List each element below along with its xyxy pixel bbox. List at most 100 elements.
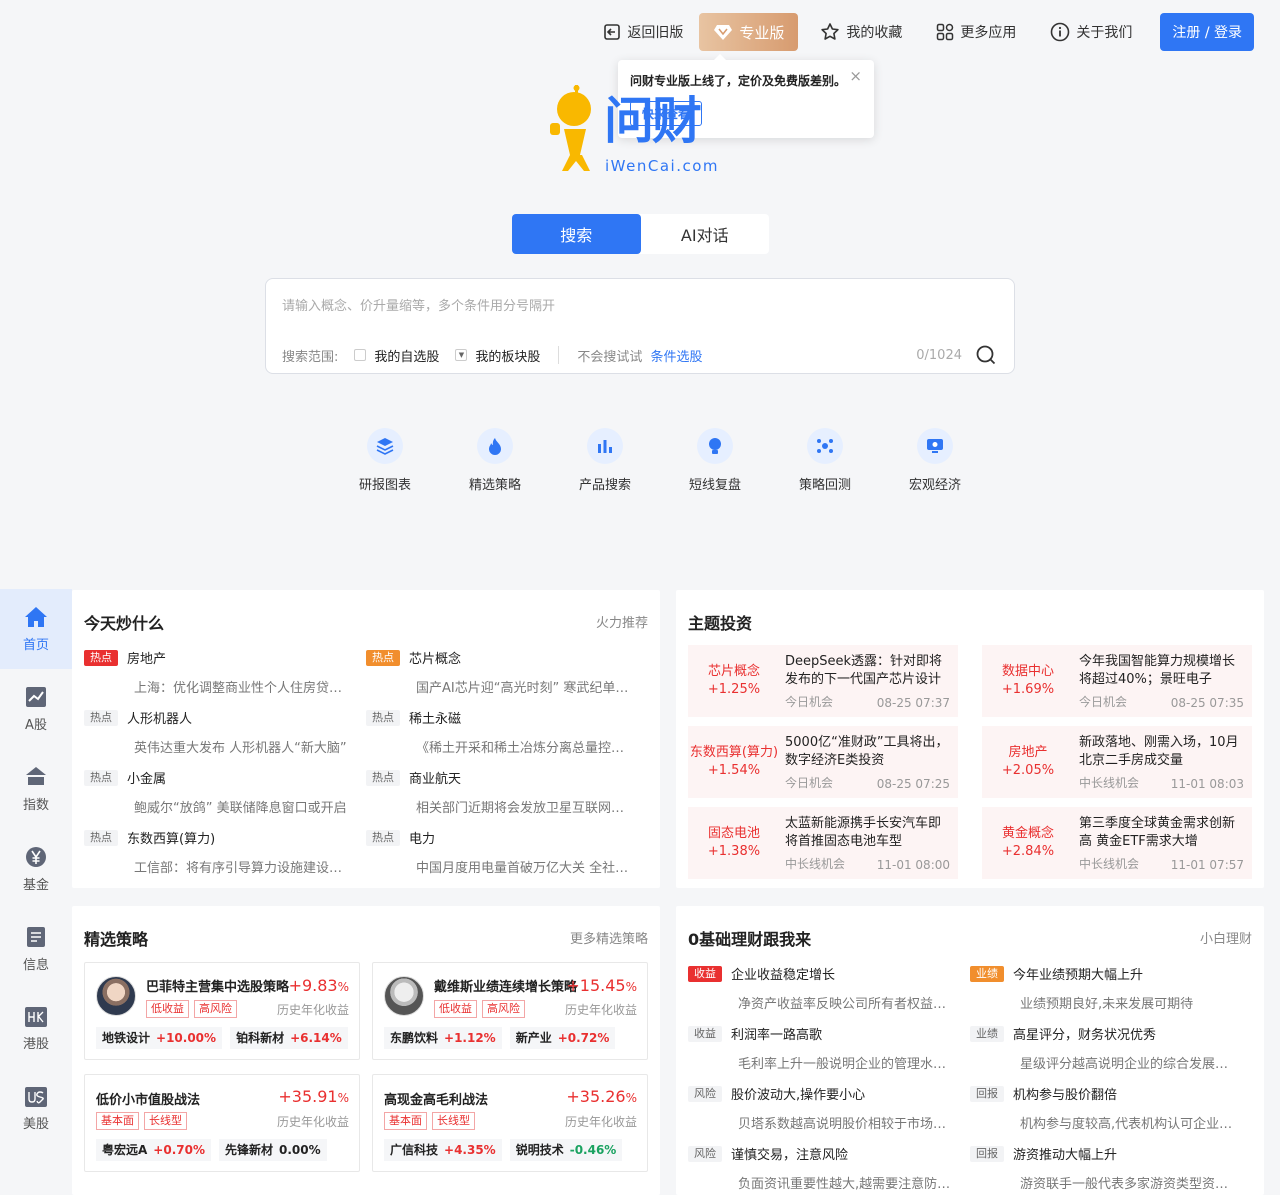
login-button[interactable]: 注册 / 登录 <box>1160 13 1254 51</box>
topic-title[interactable]: 稀土永磁 <box>409 712 461 727</box>
stock-chip[interactable]: 新产业 +0.72% <box>509 1027 616 1049</box>
stock-chip[interactable]: 先锋新材 0.00% <box>218 1139 327 1161</box>
list-item[interactable]: 业绩 高星评分，财务状况优秀 星级评分越高说明企业的综合发展越好 <box>970 1024 1240 1072</box>
list-item[interactable]: 热点 商业航天 相关部门近期将会发放卫星互联网牌照 <box>366 768 636 816</box>
theme-item[interactable]: 数据中心 +1.69% 今年我国智能算力规模增长将超过40%；景旺电子 今日机会 08-… <box>982 645 1252 717</box>
sidebar-item-us[interactable]: 美股 <box>0 1069 72 1149</box>
topic-title[interactable]: 人形机器人 <box>127 712 192 727</box>
theme-headline[interactable]: DeepSeek透露：针对即将发布的下一代国产芯片设计 <box>785 653 951 689</box>
quick-short-review[interactable]: 短线复盘 <box>660 428 770 493</box>
topic-title[interactable]: 谨慎交易，注意风险 <box>731 1148 848 1163</box>
layers-icon <box>376 438 394 455</box>
favorites-button[interactable]: 我的收藏 <box>808 13 914 51</box>
theme-item[interactable]: 东数西算(算力) +1.54% 5000亿“准财政”工具将出，数字经济E类投资 今日机… <box>688 726 958 798</box>
strategy-item[interactable]: 戴维斯业绩连续增长策略 +15.45% 低收益 高风险 历史年化收益 东鹏饮料 +1.12%… <box>372 962 648 1060</box>
list-item[interactable]: 热点房地产上海：优化调整商业性个人住房贷款利率定价机制 <box>84 648 354 696</box>
about-us-button[interactable]: 关于我们 <box>1038 13 1144 51</box>
theme-headline[interactable]: 第三季度全球黄金需求创新高 黄金ETF需求大增 <box>1079 815 1245 851</box>
list-item[interactable]: 收益企业收益稳定增长净资产收益率反映公司所有者权益的投资回报 <box>688 964 958 1012</box>
list-item[interactable]: 热点 小金属 鲍威尔“放鸽” 美联储降息窗口或开启 <box>84 768 354 816</box>
theme-headline[interactable]: 5000亿“准财政”工具将出，数字经济E类投资 <box>785 734 951 770</box>
list-item[interactable]: 热点 电力 中国月度用电量首破万亿大关 全社会用电 <box>366 828 636 876</box>
back-icon <box>604 24 621 40</box>
topic-title[interactable]: 小金属 <box>127 772 166 787</box>
stock-chip[interactable]: 东鹏饮料 +1.12% <box>384 1027 502 1049</box>
topic-title[interactable]: 股价波动大,操作要小心 <box>731 1088 865 1103</box>
stock-chip[interactable]: 广信科技 +4.35% <box>384 1139 502 1161</box>
list-item[interactable]: 回报 机构参与股价翻倍 机构参与度较高,代表机构认可企业价值 <box>970 1084 1240 1132</box>
stock-chip[interactable]: 地铁设计 +10.00% <box>96 1027 223 1049</box>
quick-selected-strategy[interactable]: 精选策略 <box>440 428 550 493</box>
theme-item[interactable]: 芯片概念 +1.25% DeepSeek透露：针对即将发布的下一代国产芯片设计 今日机… <box>688 645 958 717</box>
theme-item[interactable]: 黄金概念 +2.84% 第三季度全球黄金需求创新高 黄金ETF需求大增 中长线机会 11… <box>982 807 1252 879</box>
sidebar-item-index[interactable]: 指数 <box>0 749 72 829</box>
logo[interactable]: 问财 iWenCai.com <box>548 85 738 180</box>
sidebar-item-fund[interactable]: 基金 <box>0 829 72 909</box>
strategy-name[interactable]: 低价小市值股战法 <box>96 1089 256 1108</box>
quick-label: 研报图表 <box>358 478 411 493</box>
sidebar-item-home[interactable]: 首页 <box>0 589 72 669</box>
sidebar-item-info[interactable]: 信息 <box>0 909 72 989</box>
list-item[interactable]: 热点稀土永磁《稀土开采和稀土冶炼分离总量控制管理暂行办法》 <box>366 708 636 756</box>
theme-headline[interactable]: 新政落地、刚需入场，10月北京二手房成交量 <box>1079 734 1245 770</box>
tab-search[interactable]: 搜索 <box>512 214 641 254</box>
back-old-version-button[interactable]: 返回旧版 <box>591 13 695 51</box>
theme-item[interactable]: 房地产 +2.05% 新政落地、刚需入场，10月北京二手房成交量 中长线机会 11-01… <box>982 726 1252 798</box>
condition-stock-picking-link[interactable]: 条件选股 <box>650 346 702 365</box>
topic-title[interactable]: 东数西算(算力) <box>127 832 215 847</box>
quick-product-search[interactable]: 产品搜索 <box>550 428 660 493</box>
list-item[interactable]: 热点 人形机器人 英伟达重大发布 人形机器人“新大脑” <box>84 708 354 756</box>
list-item[interactable]: 热点 东数西算(算力) 工信部：将有序引导算力设施建设布局 <box>84 828 354 876</box>
topic-title[interactable]: 今年业绩预期大幅上升 <box>1013 968 1143 983</box>
list-item[interactable]: 风险 谨慎交易，注意风险 负面资讯重要性越大,越需要注意防范风险 <box>688 1144 958 1192</box>
topic-title[interactable]: 利润率一路高歌 <box>731 1028 822 1043</box>
strategy-name[interactable]: 巴菲特主营集中选股策略 <box>146 976 290 995</box>
my-sectors-label[interactable]: 我的板块股 <box>475 346 540 365</box>
stock-chip[interactable]: 锐明技术 -0.46% <box>509 1139 623 1161</box>
topic-title[interactable]: 机构参与股价翻倍 <box>1013 1088 1117 1103</box>
tab-ai-chat[interactable]: AI对话 <box>641 214 770 254</box>
stock-change: 0.00% <box>279 1143 321 1157</box>
topic-title[interactable]: 游资推动大幅上升 <box>1013 1148 1117 1163</box>
topic-title[interactable]: 高星评分，财务状况优秀 <box>1013 1028 1156 1043</box>
topic-title[interactable]: 房地产 <box>127 652 166 667</box>
list-item[interactable]: 风险股价波动大,操作要小心贝塔系数越高说明股价相较于市场波动越大 <box>688 1084 958 1132</box>
more-apps-button[interactable]: 更多应用 <box>924 13 1028 51</box>
my-stocks-label[interactable]: 我的自选股 <box>374 346 439 365</box>
quick-research-charts[interactable]: 研报图表 <box>330 428 440 493</box>
theme-headline[interactable]: 今年我国智能算力规模增长将超过40%；景旺电子 <box>1079 653 1245 689</box>
topic-desc: 净资产收益率反映公司所有者权益的投资回报 <box>738 997 958 1012</box>
theme-item[interactable]: 固态电池 +1.38% 太蓝新能源携手长安汽车即将首推固态电池车型 中长线机会 11-0… <box>688 807 958 879</box>
sidebar-item-hk[interactable]: 港股 <box>0 989 72 1069</box>
search-options: 搜索范围: 我的自选股 ▼ 我的板块股 不会搜试试 条件选股 0/1024 <box>282 345 996 365</box>
topic-title[interactable]: 企业收益稳定增长 <box>731 968 835 983</box>
search-input[interactable]: 请输入概念、价升量缩等，多个条件用分号隔开 <box>282 295 555 314</box>
theme-headline[interactable]: 太蓝新能源携手长安汽车即将首推固态电池车型 <box>785 815 951 851</box>
strategy-name[interactable]: 高现金高毛利战法 <box>384 1089 544 1108</box>
list-item[interactable]: 热点 芯片概念 国产AI芯片迎“高光时刻” 寒武纪单日涨停 <box>366 648 636 696</box>
topic-title[interactable]: 芯片概念 <box>409 652 461 667</box>
my-sectors-dropdown[interactable]: ▼ <box>455 349 468 361</box>
my-stocks-checkbox[interactable] <box>354 349 367 361</box>
hot-more-link[interactable]: 火力推荐 <box>596 612 648 631</box>
sidebar-item-a-share[interactable]: A股 <box>0 669 72 749</box>
stock-chip[interactable]: 粤宏远A +0.70% <box>96 1139 211 1161</box>
close-icon[interactable]: × <box>849 67 862 85</box>
quick-backtest[interactable]: 策略回测 <box>770 428 880 493</box>
return-unit: % <box>337 1091 349 1105</box>
quick-macro-economy[interactable]: 宏观经济 <box>880 428 990 493</box>
beginner-finance-link[interactable]: 小白理财 <box>1200 928 1252 947</box>
topic-title[interactable]: 电力 <box>409 832 435 847</box>
strategy-name[interactable]: 戴维斯业绩连续增长策略 <box>434 976 578 995</box>
list-item[interactable]: 回报 游资推动大幅上升 游资联手一般代表多家游资类型资金参与 <box>970 1144 1240 1192</box>
strategy-item[interactable]: 低价小市值股战法 +35.91% 基本面 长线型 历史年化收益 粤宏远A +0.70% 先锋新… <box>84 1074 360 1172</box>
strategy-item[interactable]: 高现金高毛利战法 +35.26% 基本面 长线型 历史年化收益 广信科技 +4.35% 锐明技… <box>372 1074 648 1172</box>
topic-title[interactable]: 商业航天 <box>409 772 461 787</box>
strategy-item[interactable]: 巴菲特主营集中选股策略 +9.83% 低收益 高风险 历史年化收益 地铁设计 +10.00%… <box>84 962 360 1060</box>
more-strategies-link[interactable]: 更多精选策略 <box>570 928 648 947</box>
search-icon[interactable] <box>976 345 996 365</box>
stock-chip[interactable]: 铂科新材 +6.14% <box>230 1027 348 1049</box>
list-item[interactable]: 业绩 今年业绩预期大幅上升 业绩预期良好,未来发展可期待 <box>970 964 1240 1012</box>
pro-version-button[interactable]: 专业版 <box>699 13 799 51</box>
list-item[interactable]: 收益 利润率一路高歌 毛利率上升一般说明企业的管理水平提高 <box>688 1024 958 1072</box>
